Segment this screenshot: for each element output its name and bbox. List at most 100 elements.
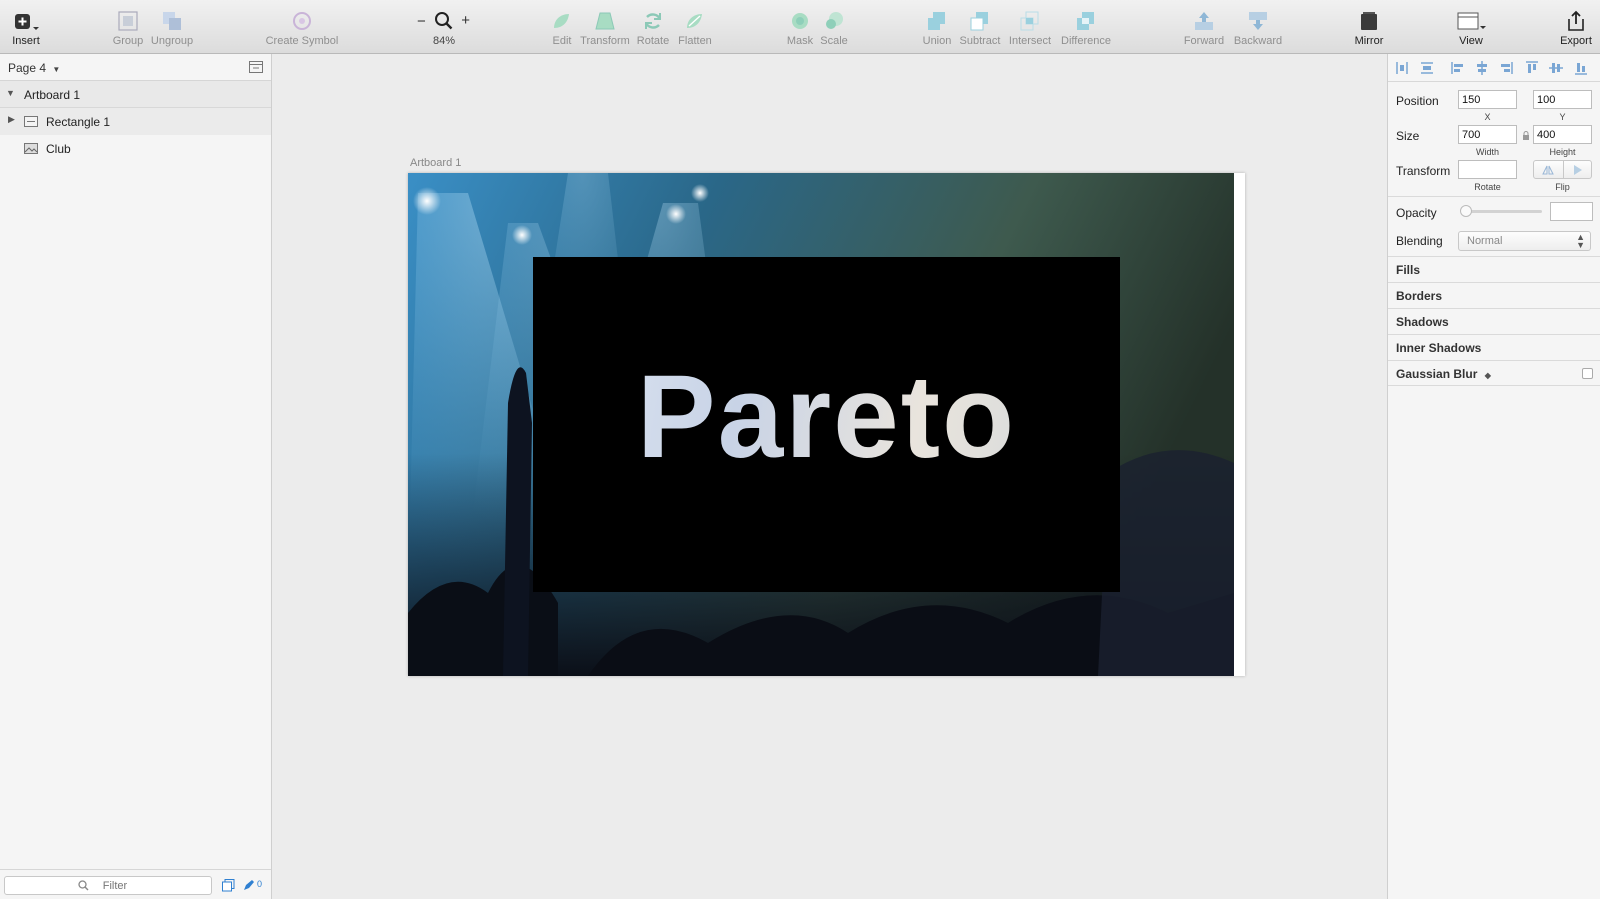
- opacity-label: Opacity: [1396, 206, 1437, 220]
- page-selector[interactable]: Page 4 ▼: [0, 54, 271, 81]
- opacity-slider-thumb[interactable]: [1460, 205, 1472, 217]
- section-title: Inner Shadows: [1396, 341, 1482, 355]
- artboard[interactable]: Pareto: [408, 173, 1245, 676]
- export-icon: [1568, 10, 1584, 31]
- insert-button[interactable]: Insert: [8, 10, 44, 47]
- flip-control: [1533, 160, 1592, 179]
- size-row: Size Width Height: [1396, 125, 1596, 159]
- y-label: Y: [1559, 112, 1566, 122]
- transform-icon: [595, 12, 615, 30]
- collapse-panel-icon[interactable]: [249, 61, 263, 73]
- mask-button[interactable]: Mask: [785, 10, 815, 47]
- size-label: Size: [1396, 129, 1420, 143]
- ungroup-button[interactable]: Ungroup: [150, 10, 194, 47]
- view-icon: [1457, 12, 1486, 30]
- edit-count: 0: [257, 879, 263, 889]
- inner-shadows-section[interactable]: Inner Shadows: [1388, 334, 1600, 360]
- intersect-icon: [1020, 11, 1039, 31]
- forward-button[interactable]: Forward: [1183, 10, 1225, 47]
- forward-icon: [1195, 12, 1213, 30]
- flatten-label: Flatten: [678, 35, 712, 47]
- union-button[interactable]: Union: [920, 10, 954, 47]
- align-left-icon[interactable]: [1450, 60, 1466, 76]
- scale-button[interactable]: Scale: [818, 10, 850, 47]
- blending-label: Blending: [1396, 234, 1443, 248]
- pareto-text[interactable]: Pareto: [533, 349, 1120, 485]
- align-center-icon[interactable]: [1474, 60, 1490, 76]
- ungroup-label: Ungroup: [150, 35, 194, 47]
- create-symbol-button[interactable]: Create Symbol: [262, 10, 342, 47]
- layer-artboard[interactable]: ▼ Artboard 1: [0, 81, 271, 108]
- disclosure-closed-icon[interactable]: ▶: [8, 114, 15, 125]
- mirror-button[interactable]: Mirror: [1351, 10, 1387, 47]
- flatten-button[interactable]: Flatten: [676, 10, 714, 47]
- blending-select[interactable]: Normal ▲ ▼: [1458, 231, 1591, 251]
- view-label: View: [1459, 35, 1483, 47]
- subtract-label: Subtract: [959, 35, 1001, 47]
- height-input[interactable]: [1533, 125, 1592, 144]
- borders-section[interactable]: Borders: [1388, 282, 1600, 308]
- backward-label: Backward: [1233, 35, 1283, 47]
- flip-horizontal-icon[interactable]: [1542, 164, 1554, 176]
- edit-button[interactable]: Edit: [548, 10, 576, 47]
- group-button[interactable]: Group: [108, 10, 148, 47]
- flip-divider: [1563, 161, 1564, 178]
- opacity-slider-track[interactable]: [1464, 210, 1542, 213]
- rotate-input[interactable]: [1458, 160, 1517, 179]
- blur-checkbox[interactable]: [1582, 368, 1593, 379]
- zoom-out-button[interactable]: −: [417, 13, 426, 30]
- artboard-label[interactable]: Artboard 1: [410, 157, 461, 169]
- rectangle-mask[interactable]: Pareto: [533, 257, 1120, 592]
- insert-icon: [15, 14, 39, 30]
- align-top-icon[interactable]: [1524, 60, 1540, 76]
- distribute-horizontal-icon[interactable]: [1394, 60, 1410, 76]
- backward-button[interactable]: Backward: [1230, 10, 1286, 47]
- section-title: Borders: [1396, 289, 1443, 303]
- section-title: Shadows: [1396, 315, 1449, 329]
- stepper-icon[interactable]: ◆: [1485, 371, 1491, 380]
- zoom-control: − + 84%: [414, 10, 474, 47]
- y-input[interactable]: [1533, 90, 1592, 109]
- width-input[interactable]: [1458, 125, 1517, 144]
- lock-icon[interactable]: [1522, 131, 1530, 140]
- zoom-icon: [435, 12, 453, 30]
- gaussian-blur-section[interactable]: Gaussian Blur ◆: [1388, 360, 1600, 386]
- export-button[interactable]: Export: [1558, 10, 1594, 47]
- layer-club-image[interactable]: Club: [0, 135, 271, 162]
- intersect-button[interactable]: Intersect: [1008, 10, 1052, 47]
- fills-section[interactable]: Fills: [1388, 256, 1600, 282]
- scale-label: Scale: [820, 35, 848, 47]
- layer-rectangle[interactable]: ▶ Rectangle 1: [0, 108, 271, 135]
- align-right-icon[interactable]: [1498, 60, 1514, 76]
- canvas[interactable]: Artboard 1 Pareto: [272, 54, 1387, 899]
- image-layer-icon: [24, 143, 38, 154]
- create-symbol-label: Create Symbol: [265, 35, 339, 47]
- layer-filter-input[interactable]: [4, 876, 212, 895]
- group-label: Group: [112, 35, 144, 47]
- opacity-input[interactable]: [1550, 202, 1593, 221]
- align-bottom-icon[interactable]: [1573, 60, 1589, 76]
- mirror-label: Mirror: [1354, 35, 1384, 47]
- alignment-toolbar: [1388, 54, 1600, 82]
- mask-layer-icon: [24, 116, 38, 127]
- flip-vertical-icon[interactable]: [1572, 164, 1584, 176]
- difference-button[interactable]: Difference: [1060, 10, 1112, 47]
- rotate-icon: [644, 13, 662, 29]
- subtract-button[interactable]: Subtract: [958, 10, 1002, 47]
- distribute-vertical-icon[interactable]: [1419, 60, 1435, 76]
- layer-label: Artboard 1: [24, 88, 81, 102]
- pencil-icon[interactable]: [243, 879, 255, 891]
- view-button[interactable]: View: [1454, 10, 1488, 47]
- transform-button[interactable]: Transform: [580, 10, 630, 47]
- x-input[interactable]: [1458, 90, 1517, 109]
- symbols-filter-icon[interactable]: [222, 879, 235, 892]
- rotate-label: Rotate: [1474, 182, 1501, 192]
- shadows-section[interactable]: Shadows: [1388, 308, 1600, 334]
- zoom-in-button[interactable]: +: [461, 12, 470, 29]
- union-icon: [928, 12, 945, 30]
- rotate-button[interactable]: Rotate: [635, 10, 671, 47]
- scale-icon: [826, 12, 843, 29]
- align-middle-icon[interactable]: [1548, 60, 1564, 76]
- section-title: Gaussian Blur: [1396, 367, 1478, 381]
- disclosure-open-icon[interactable]: ▼: [6, 88, 15, 98]
